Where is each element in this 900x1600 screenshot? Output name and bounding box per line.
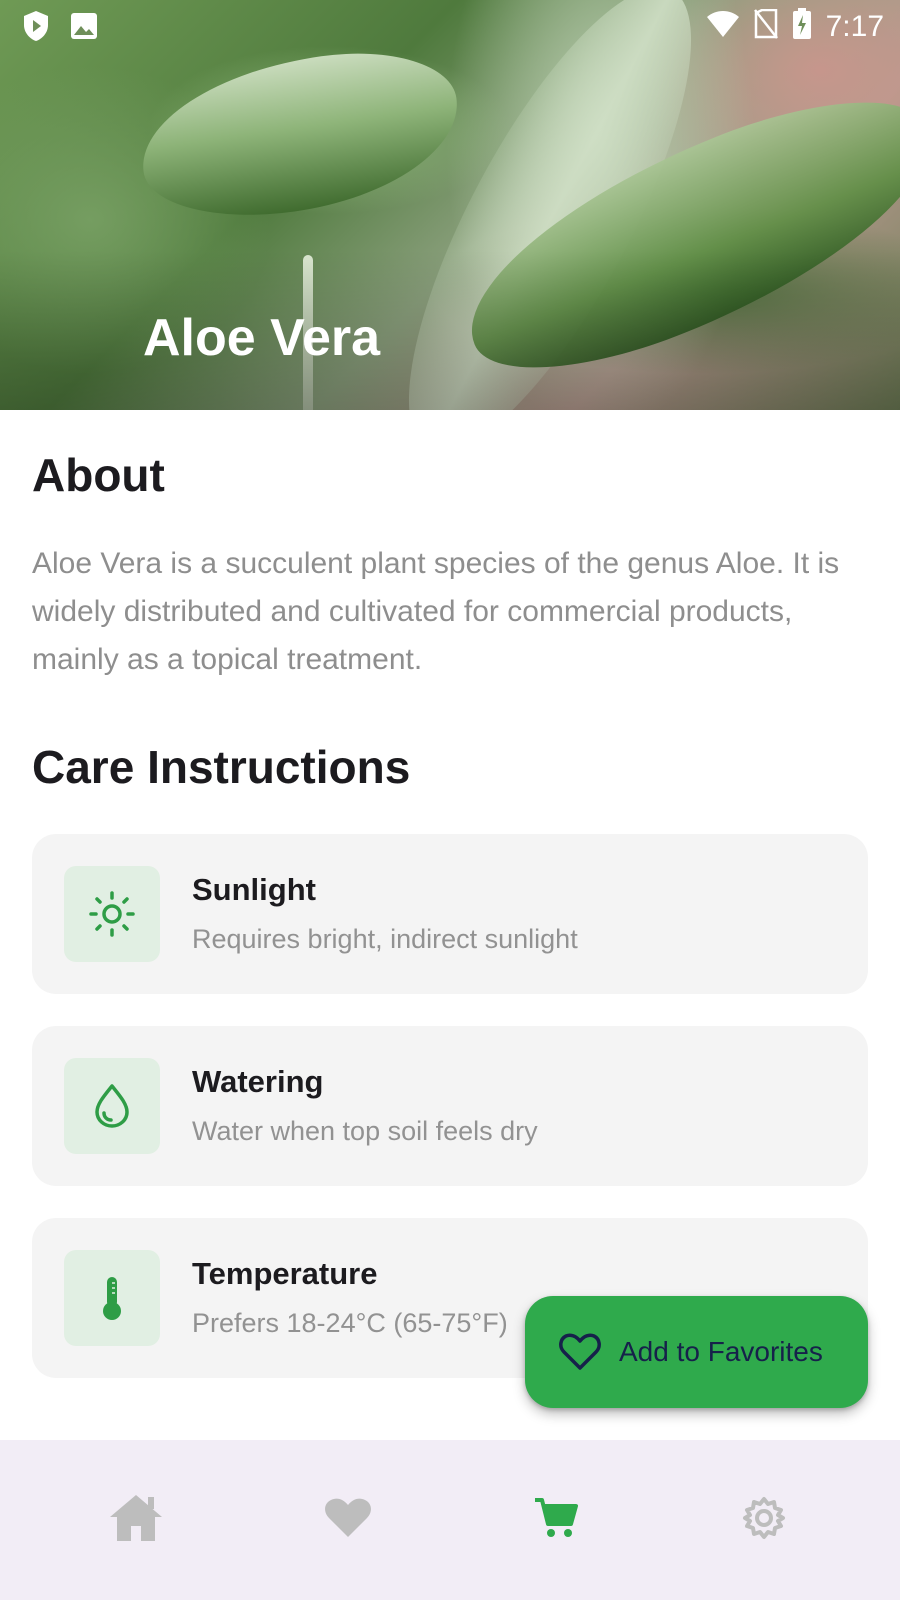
care-description: Requires bright, indirect sunlight <box>192 924 578 954</box>
status-time: 7:17 <box>825 9 884 43</box>
battery-charging-icon <box>792 8 812 45</box>
no-sim-icon <box>753 8 778 44</box>
hero-image: Aloe Vera <box>0 0 900 410</box>
cart-icon <box>533 1496 579 1545</box>
nav-favorites[interactable] <box>298 1480 398 1560</box>
add-to-favorites-button[interactable]: Add to Favorites <box>525 1296 868 1408</box>
plant-title: Aloe Vera <box>143 309 381 367</box>
fab-label: Add to Favorites <box>619 1336 823 1367</box>
heart-icon <box>324 1497 372 1544</box>
care-title: Watering <box>192 1064 324 1099</box>
nav-home[interactable] <box>86 1480 186 1560</box>
care-card-watering: Watering Water when top soil feels dry <box>32 1026 868 1186</box>
nav-cart[interactable] <box>506 1480 606 1560</box>
nav-settings[interactable] <box>714 1480 814 1560</box>
care-description: Water when top soil feels dry <box>192 1116 538 1146</box>
heart-outline-icon <box>559 1333 601 1371</box>
image-icon <box>70 12 98 45</box>
water-drop-icon <box>64 1058 160 1154</box>
sun-icon <box>64 866 160 962</box>
status-bar: 7:17 <box>0 0 900 48</box>
care-heading: Care Instructions <box>32 741 411 793</box>
wifi-icon <box>706 10 740 43</box>
thermometer-icon <box>64 1250 160 1346</box>
settings-icon <box>742 1496 786 1545</box>
care-card-sunlight: Sunlight Requires bright, indirect sunli… <box>32 834 868 994</box>
bottom-navigation <box>0 1440 900 1600</box>
about-heading: About <box>32 449 165 501</box>
about-text: Aloe Vera is a succulent plant species o… <box>32 547 840 676</box>
care-title: Sunlight <box>192 872 316 907</box>
care-title: Temperature <box>192 1256 378 1291</box>
shield-icon <box>22 10 50 47</box>
home-icon <box>108 1493 164 1548</box>
care-description: Prefers 18-24°C (65-75°F) <box>192 1308 508 1338</box>
